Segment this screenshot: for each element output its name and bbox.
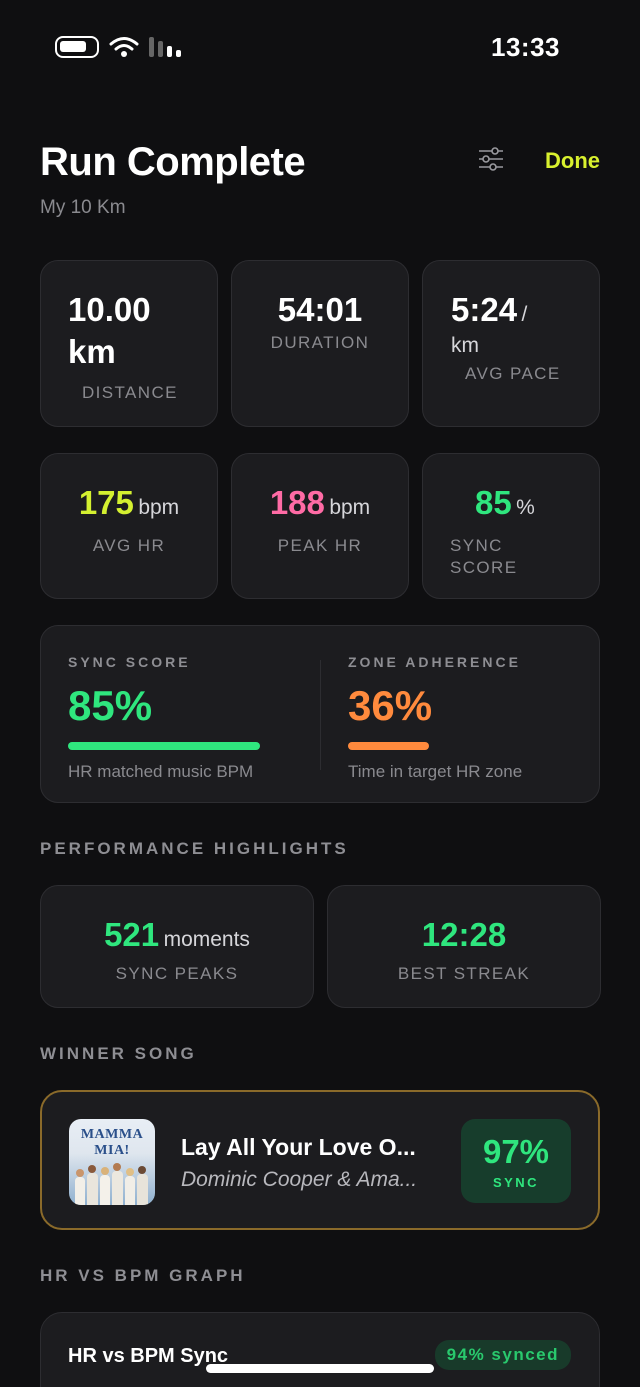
song-sync-badge: 97% SYNC: [461, 1119, 571, 1203]
stat-card-duration: 54:01 DURATION: [231, 260, 409, 427]
status-bar: 13:33: [0, 0, 640, 96]
avg-hr-line: 175 bpm: [41, 484, 217, 522]
sync-peaks-value: 521: [104, 916, 160, 953]
album-figures: [75, 1163, 148, 1205]
sync-score-percent: 85%: [68, 682, 153, 729]
stat-card-peak-hr: 188 bpm PEAK HR: [231, 453, 409, 599]
stat-card-avg-hr: 175 bpm AVG HR: [40, 453, 218, 599]
avg-hr-value: 175: [78, 484, 134, 521]
sync-score-value: 85: [475, 484, 512, 521]
section-title-graph: HR VS BPM GRAPH: [40, 1266, 246, 1285]
song-title: Lay All Your Love O...: [181, 1134, 416, 1160]
sync-peaks-line: 521 moments: [41, 916, 313, 954]
distance-unit: km: [68, 333, 116, 370]
avg-hr-unit: bpm: [138, 496, 180, 519]
sync-peaks-unit: moments: [163, 928, 250, 951]
avg-hr-label: AVG HR: [92, 536, 166, 555]
zone-adherence-percent: 36%: [348, 682, 433, 729]
peak-hr-value: 188: [269, 484, 325, 521]
best-streak-value: 12:28: [421, 916, 507, 953]
song-sync-label: SYNC: [492, 1175, 540, 1190]
pace-slash: /: [521, 303, 528, 326]
peak-hr-label: PEAK HR: [277, 536, 363, 555]
section-title-winner-song: WINNER SONG: [40, 1044, 197, 1063]
graph-synced-badge: 94% synced: [434, 1340, 571, 1370]
sync-peaks-label: SYNC PEAKS: [115, 964, 239, 983]
summary-card: SYNC SCORE 85% HR matched music BPM ZONE…: [40, 625, 600, 803]
pace-line: 5:24 /: [451, 289, 599, 338]
stat-card-distance: 10.00 km DISTANCE: [40, 260, 218, 427]
pace-value: 5:24: [451, 291, 518, 328]
status-time: 13:33: [491, 32, 560, 62]
duration-label: DURATION: [270, 333, 370, 352]
home-indicator[interactable]: [206, 1364, 434, 1373]
album-art: MAMMA MIA!: [69, 1119, 155, 1205]
cellular-signal-icon: [149, 37, 181, 57]
zone-adherence-progress-bar: [348, 742, 429, 750]
distance-label: DISTANCE: [82, 383, 178, 402]
page-title: Run Complete: [40, 140, 306, 184]
hr-bpm-graph-card: HR vs BPM Sync 94% synced: [40, 1312, 600, 1387]
graph-card-title: HR vs BPM Sync: [68, 1345, 229, 1367]
zone-adherence-heading: ZONE ADHERENCE: [348, 654, 521, 670]
album-title-text: MAMMA MIA!: [80, 1127, 144, 1158]
highlight-best-streak: 12:28 BEST STREAK: [327, 885, 601, 1008]
header: Run Complete My 10 Km Done: [40, 140, 600, 230]
battery-icon: [55, 36, 99, 58]
duration-value: 54:01: [277, 291, 363, 328]
summary-divider: [320, 660, 321, 770]
sync-score-caption: HR matched music BPM: [68, 762, 254, 781]
sync-score-progress-bar: [68, 742, 260, 750]
sync-score-line: 85 %: [423, 484, 599, 522]
best-streak-label: BEST STREAK: [397, 964, 531, 983]
song-artist: Dominic Cooper & Ama...: [181, 1168, 418, 1191]
peak-hr-line: 188 bpm: [232, 484, 408, 522]
stat-card-sync-score: 85 % SYNC SCORE: [422, 453, 600, 599]
status-icons: [55, 36, 183, 58]
zone-adherence-summary: ZONE ADHERENCE 36% Time in target HR zon…: [348, 654, 598, 782]
song-sync-percent: 97%: [482, 1133, 550, 1170]
peak-hr-unit: bpm: [329, 496, 371, 519]
page-subtitle: My 10 Km: [40, 197, 126, 218]
sync-score-summary: SYNC SCORE 85% HR matched music BPM: [68, 654, 318, 782]
winner-song-card[interactable]: MAMMA MIA! Lay All Your Love O... Domini…: [40, 1090, 600, 1230]
stat-card-avg-pace: 5:24 / km AVG PACE: [422, 260, 600, 427]
sync-score-unit: %: [516, 496, 535, 519]
filter-sliders-icon[interactable]: [478, 146, 504, 172]
sync-score-label-2: SCORE: [450, 558, 518, 577]
sync-score-heading: SYNC SCORE: [68, 654, 191, 670]
wifi-icon: [109, 37, 139, 57]
highlight-sync-peaks: 521 moments SYNC PEAKS: [40, 885, 314, 1008]
distance-value: 10.00: [68, 291, 151, 328]
pace-label: AVG PACE: [465, 364, 561, 383]
sync-score-label-1: SYNC: [450, 536, 503, 555]
zone-adherence-caption: Time in target HR zone: [348, 762, 523, 781]
section-title-performance: PERFORMANCE HIGHLIGHTS: [40, 839, 349, 858]
done-button[interactable]: Done: [545, 148, 600, 174]
